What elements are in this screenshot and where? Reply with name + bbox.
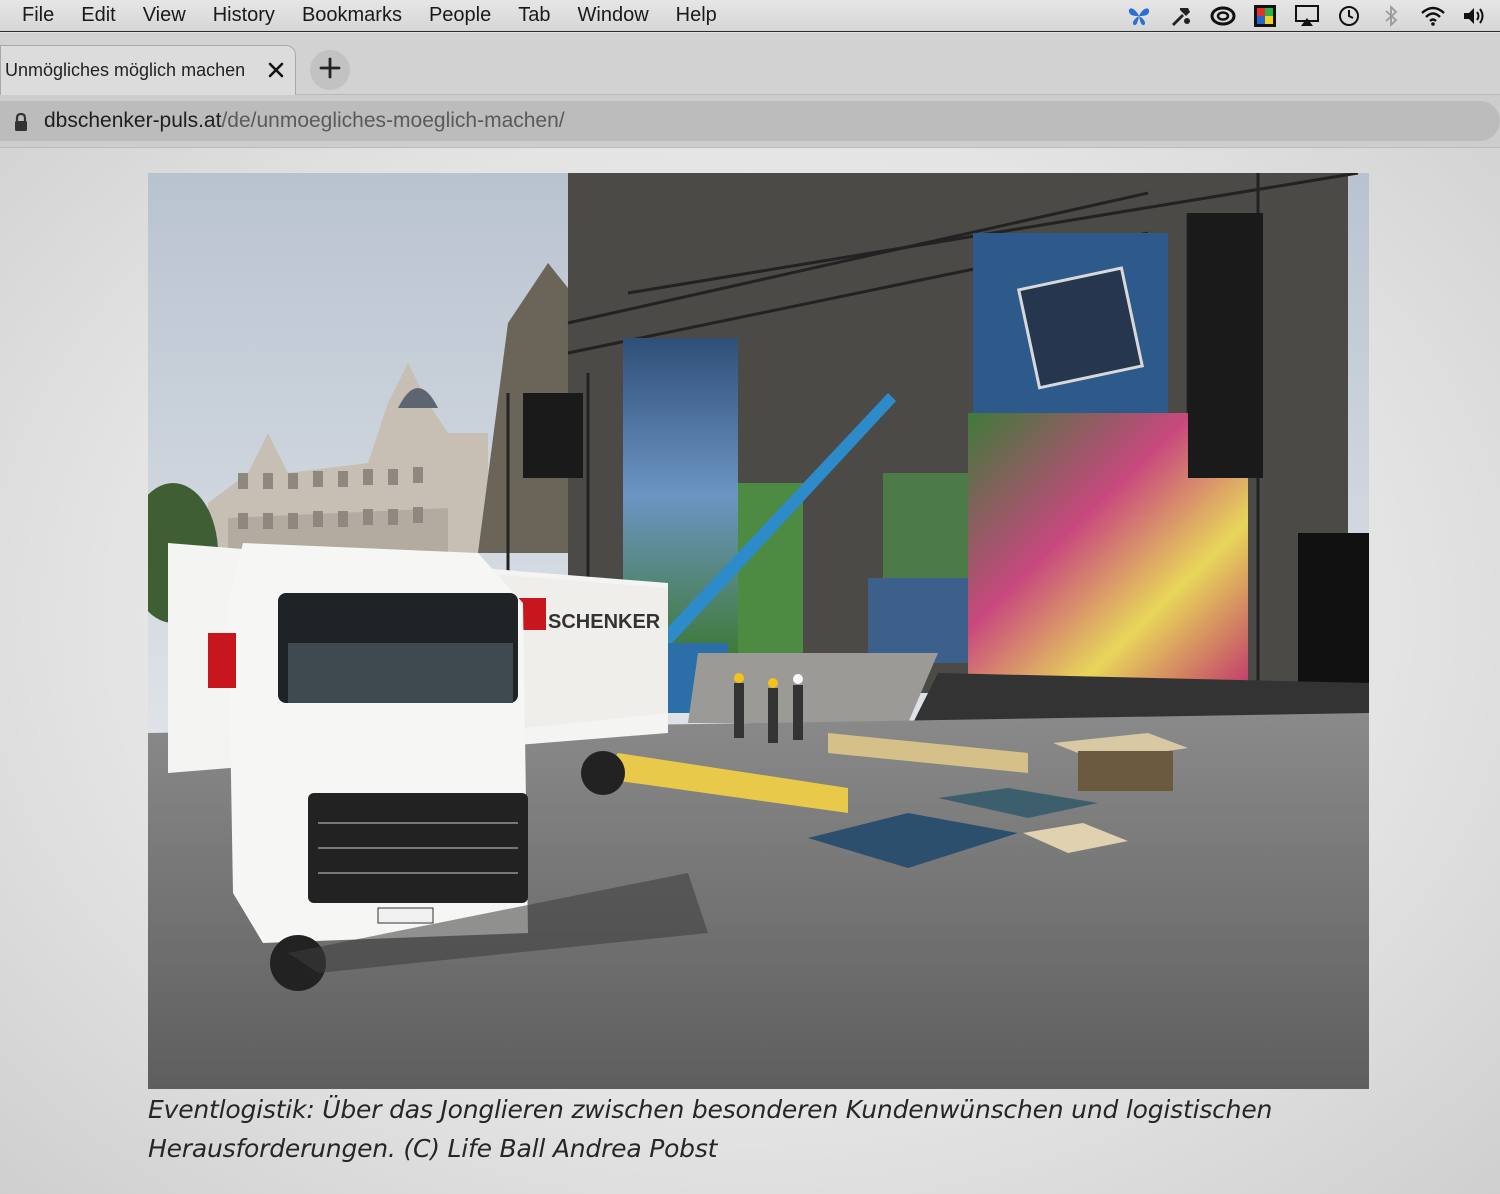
airplay-icon[interactable] [1292,2,1322,30]
tab-title: Unmögliches möglich machen [5,60,246,80]
menu-help[interactable]: Help [676,4,717,27]
photo-caption: Eventlogistik: Über das Jonglieren zwisc… [148,1095,1273,1163]
bluetooth-icon[interactable] [1376,2,1406,30]
menu-bookmarks[interactable]: Bookmarks [302,4,402,27]
menu-window[interactable]: Window [578,4,649,27]
menu-people[interactable]: People [429,4,491,27]
butterfly-icon[interactable] [1124,2,1154,30]
address-bar: dbschenker-puls.at/de/unmoegliches-moegl… [0,95,1500,148]
menu-view[interactable]: View [143,4,186,27]
url-field[interactable]: dbschenker-puls.at/de/unmoegliches-moegl… [0,101,1500,141]
color-app-icon[interactable] [1250,2,1280,30]
volume-icon[interactable] [1460,2,1490,30]
menu-bar: File Edit View History Bookmarks People … [0,0,1500,32]
page-content: SCHENKER Eventlogistik: Über das Jonglie… [0,148,1500,1194]
menu-file[interactable]: File [22,4,54,27]
new-tab-button[interactable] [310,50,350,90]
lock-icon[interactable] [12,112,30,132]
status-area [1112,0,1490,32]
close-icon[interactable] [265,59,287,81]
url-text[interactable]: dbschenker-puls.at/de/unmoegliches-moegl… [44,109,565,133]
tab-strip: Unmögliches möglich machen [0,33,1500,95]
menu-list: File Edit View History Bookmarks People … [0,4,744,27]
menu-edit[interactable]: Edit [81,4,115,27]
article-photo: SCHENKER [148,173,1369,1089]
hammer-icon[interactable] [1166,2,1196,30]
creative-cloud-icon[interactable] [1208,2,1238,30]
url-path: /de/unmoegliches-moeglich-machen/ [221,109,565,132]
time-machine-icon[interactable] [1334,2,1364,30]
photo-illustration: SCHENKER [148,173,1369,1089]
menu-tab[interactable]: Tab [518,4,550,27]
plus-icon [319,57,341,84]
svg-text:SCHENKER: SCHENKER [548,611,661,633]
wifi-icon[interactable] [1418,2,1448,30]
menu-history[interactable]: History [213,4,275,27]
url-domain: dbschenker-puls.at [44,109,222,132]
tab-active[interactable]: Unmögliches möglich machen [0,45,296,95]
